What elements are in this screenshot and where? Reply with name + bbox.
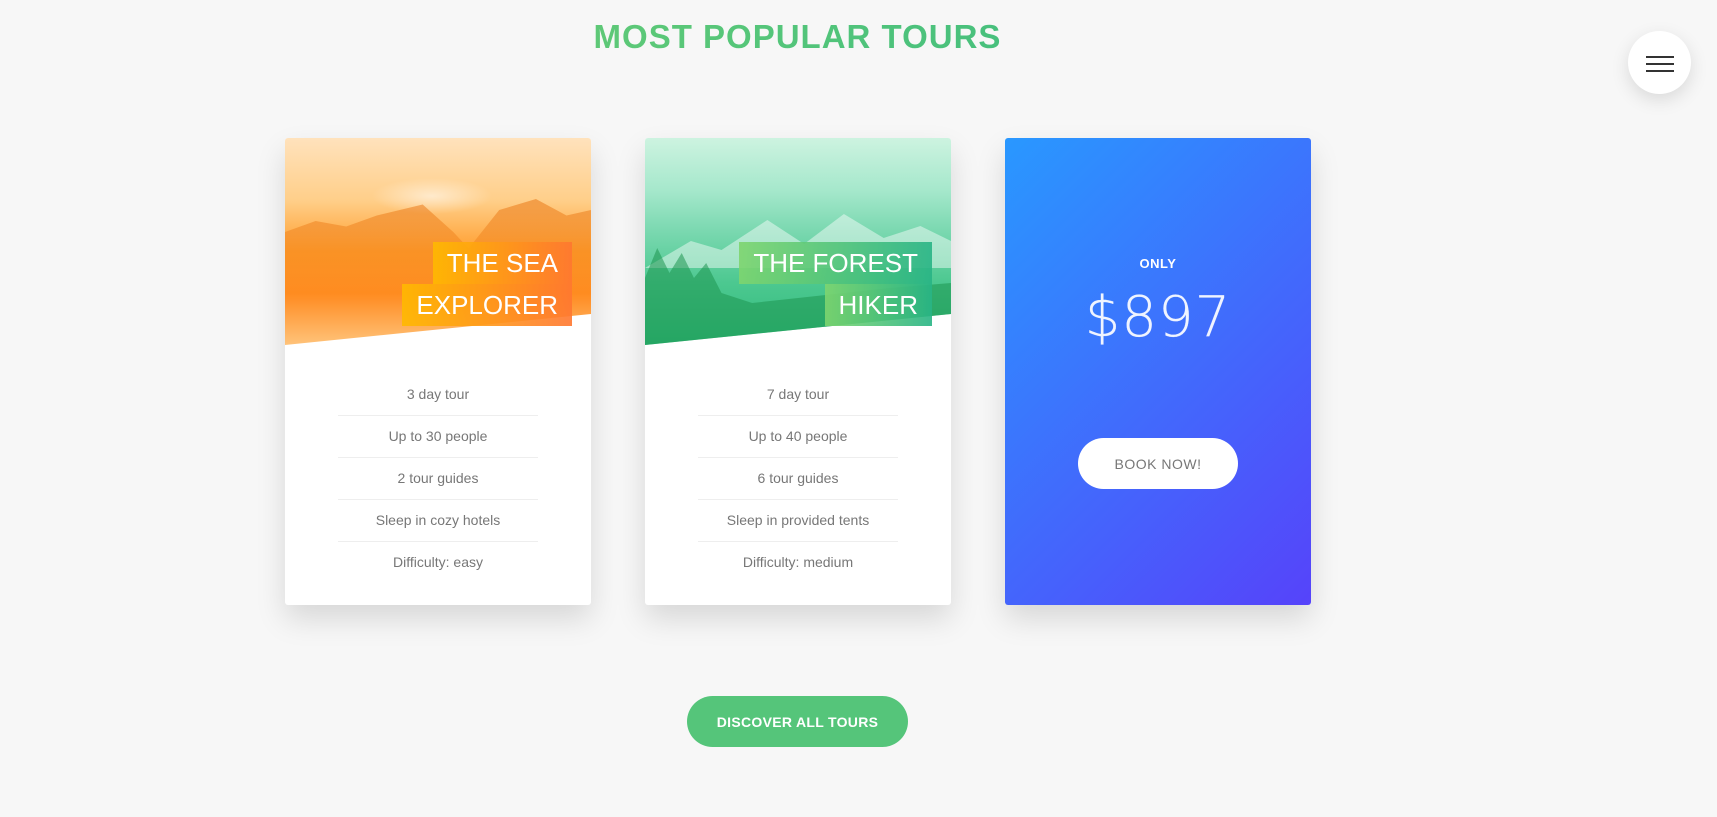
tour-card-heading: THE FOREST HIKER xyxy=(712,242,932,326)
hamburger-line xyxy=(1646,63,1674,65)
price-only-label: ONLY xyxy=(1139,256,1177,271)
tour-detail-item: Difficulty: medium xyxy=(742,554,854,570)
tour-card-heading: THE SEA EXPLORER xyxy=(352,242,572,326)
book-now-button[interactable]: BOOK NOW! xyxy=(1078,438,1238,489)
tour-heading-line: THE FOREST xyxy=(739,242,932,284)
navigation-menu-button[interactable] xyxy=(1628,31,1691,94)
hamburger-line xyxy=(1646,70,1674,72)
tour-detail-item: 7 day tour xyxy=(698,374,898,416)
tour-card-sea-explorer[interactable]: THE SEA EXPLORER 3 day tour Up to 30 peo… xyxy=(285,138,591,605)
tour-card-details: 7 day tour Up to 40 people 6 tour guides… xyxy=(645,374,951,583)
tour-detail-item: Up to 40 people xyxy=(698,416,898,458)
tour-detail-item: 2 tour guides xyxy=(338,458,538,500)
tour-heading-line: EXPLORER xyxy=(402,284,572,326)
discover-all-tours-button[interactable]: DISCOVER ALL TOURS xyxy=(687,696,908,747)
tour-detail-item: 3 day tour xyxy=(338,374,538,416)
tour-details-list: 7 day tour Up to 40 people 6 tour guides… xyxy=(698,374,898,583)
tour-card-price-side: ONLY $897 BOOK NOW! xyxy=(1005,138,1311,605)
tour-detail-item: 6 tour guides xyxy=(698,458,898,500)
tour-card-details: 3 day tour Up to 30 people 2 tour guides… xyxy=(285,374,591,583)
tour-card-forest-hiker[interactable]: THE FOREST HIKER 7 day tour Up to 40 peo… xyxy=(645,138,951,605)
tour-heading-line: THE SEA xyxy=(432,242,572,284)
tour-heading-line: HIKER xyxy=(824,284,932,326)
tour-detail-item: Sleep in cozy hotels xyxy=(338,500,538,542)
tour-details-list: 3 day tour Up to 30 people 2 tour guides… xyxy=(338,374,538,583)
price-box: ONLY $897 xyxy=(1005,256,1311,350)
tour-detail-item: Up to 30 people xyxy=(338,416,538,458)
section-title: MOST POPULAR TOURS xyxy=(0,18,1595,56)
hamburger-menu-icon xyxy=(1646,56,1674,58)
tour-detail-item: Sleep in provided tents xyxy=(698,500,898,542)
price-value: $897 xyxy=(1084,285,1232,350)
tour-detail-item: Difficulty: easy xyxy=(393,554,483,570)
